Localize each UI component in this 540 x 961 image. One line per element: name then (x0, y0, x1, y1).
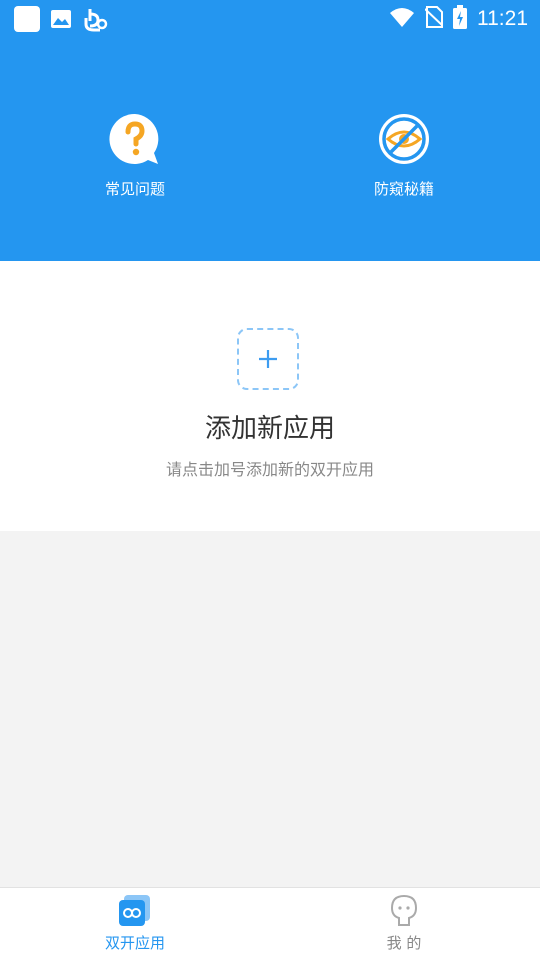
tab-profile[interactable]: 我 的 (334, 894, 474, 953)
clock: 11:21 (477, 7, 528, 30)
bug-notification-icon (82, 6, 108, 36)
add-app-card: 添加新应用 请点击加号添加新的双开应用 (0, 261, 540, 531)
add-app-title: 添加新应用 (204, 414, 335, 444)
header-banner: 常见问题 防窥秘籍 (0, 36, 540, 261)
tab-dual-apps[interactable]: 双开应用 (65, 894, 205, 953)
no-sim-icon (424, 6, 444, 32)
app-notification-icon (14, 6, 40, 36)
anti-peek-button[interactable]: 防窥秘籍 (334, 112, 474, 199)
bottom-tab-bar: 双开应用 我 的 (0, 887, 540, 961)
faq-button[interactable]: 常见问题 (65, 112, 205, 199)
system-status: 11:21 (389, 5, 528, 33)
image-notification-icon (50, 8, 72, 34)
question-bubble-icon (108, 112, 162, 166)
profile-face-icon (387, 894, 421, 928)
add-app-subtitle: 请点击加号添加新的双开应用 (165, 460, 374, 479)
anti-peek-label: 防窥秘籍 (373, 180, 434, 198)
faq-label: 常见问题 (104, 180, 165, 198)
wifi-icon (389, 7, 415, 31)
anti-peek-eye-icon (377, 112, 431, 166)
plus-icon (259, 350, 277, 368)
add-app-button[interactable] (237, 328, 299, 390)
tab-dual-apps-label: 双开应用 (104, 934, 165, 952)
status-bar: 11:21 (0, 0, 540, 36)
battery-charging-icon (453, 5, 467, 33)
dual-app-icon (118, 894, 152, 928)
tab-profile-label: 我 的 (386, 934, 422, 952)
notification-icons (14, 6, 108, 36)
